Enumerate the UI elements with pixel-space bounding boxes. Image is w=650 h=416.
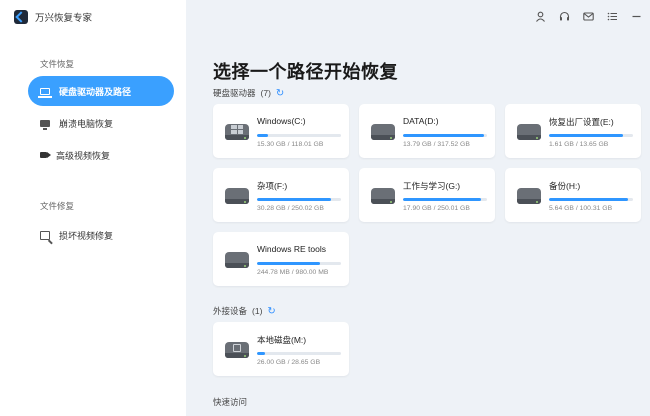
hard-drive-icon [38,87,52,98]
video-repair-icon [40,230,50,240]
external-devices-header: 外接设备 (1) ↻ [213,305,276,317]
drive-icon [225,186,249,204]
menu-icon[interactable] [607,11,618,22]
refresh-icon[interactable]: ↻ [276,88,284,99]
drive-name: 杂项(F:) [257,181,288,191]
minimize-icon[interactable] [631,11,642,22]
drive-icon [517,186,541,204]
drive-card-c[interactable]: Windows(C:) 15.30 GB / 118.01 GB [213,104,349,158]
usage-bar [257,262,341,265]
drive-icon [517,122,541,140]
drive-icon [371,186,395,204]
user-icon[interactable] [535,11,546,22]
sidebar-item-label: 损坏视频修复 [59,230,114,241]
mail-icon[interactable] [583,11,594,22]
drive-card-d[interactable]: DATA(D:) 13.79 GB / 317.52 GB [359,104,495,158]
usage-bar [403,198,487,201]
drive-card-winre[interactable]: Windows RE tools 244.78 MB / 980.00 MB [213,232,349,286]
monitor-icon [40,119,50,130]
drive-name: 恢复出厂设置(E:) [549,117,614,127]
usage-bar [549,134,633,137]
usage-bar [549,198,633,201]
window-toolbar [535,6,642,26]
usage-bar [257,352,341,355]
drive-name: Windows(C:) [257,116,306,126]
drive-name: Windows RE tools [257,244,326,254]
drive-card-m[interactable]: 本地磁盘(M:) 26.00 GB / 28.65 GB [213,322,349,376]
drive-card-h[interactable]: 备份(H:) 5.64 GB / 100.31 GB [505,168,641,222]
quick-access-header: 快速访问 [213,396,247,408]
drive-name: 本地磁盘(M:) [257,335,307,345]
usage-bar [403,134,487,137]
section-label-file-repair: 文件修复 [40,201,75,211]
sidebar-item-hard-drive[interactable]: 硬盘驱动器及路径 [28,76,174,106]
drive-size: 1.61 GB / 13.65 GB [549,141,609,148]
video-camera-icon [40,152,51,158]
drive-size: 26.00 GB / 28.65 GB [257,359,321,366]
external-devices-count: (1) [252,306,263,316]
drive-icon [371,122,395,140]
sidebar-item-label: 高级视频恢复 [56,150,111,161]
sidebar-item-label: 硬盘驱动器及路径 [59,86,132,97]
drive-card-e[interactable]: 恢复出厂设置(E:) 1.61 GB / 13.65 GB [505,104,641,158]
usage-bar [257,198,341,201]
headset-icon[interactable] [559,11,570,22]
sidebar-item-video-repair[interactable]: 损坏视频修复 [28,220,174,250]
drive-name: 备份(H:) [549,181,581,191]
drive-size: 13.79 GB / 317.52 GB [403,141,470,148]
drive-name: DATA(D:) [403,116,439,126]
drive-size: 17.90 GB / 250.01 GB [403,205,470,212]
usb-drive-icon [225,340,249,358]
app-title: 万兴恢复专家 [35,13,93,24]
drive-size: 244.78 MB / 980.00 MB [257,269,329,276]
drive-size: 30.28 GB / 250.02 GB [257,205,324,212]
page-title: 选择一个路径开始恢复 [213,62,398,82]
drive-card-f[interactable]: 杂项(F:) 30.28 GB / 250.02 GB [213,168,349,222]
sidebar-item-crashed-pc[interactable]: 崩溃电脑恢复 [28,108,174,138]
windows-drive-icon [225,122,249,140]
external-devices-label: 外接设备 [213,306,248,316]
hard-drives-header: 硬盘驱动器 (7) ↻ [213,87,284,99]
drive-size: 15.30 GB / 118.01 GB [257,141,324,148]
hard-drives-label: 硬盘驱动器 [213,88,256,98]
sidebar-item-advanced-video[interactable]: 高级视频恢复 [28,140,174,170]
hard-drives-count: (7) [260,88,271,98]
drive-size: 5.64 GB / 100.31 GB [549,205,613,212]
drive-card-g[interactable]: 工作与学习(G:) 17.90 GB / 250.01 GB [359,168,495,222]
section-label-file-recovery: 文件恢复 [40,59,75,69]
app-logo-icon [14,10,28,24]
drive-name: 工作与学习(G:) [403,181,461,191]
refresh-icon[interactable]: ↻ [267,306,275,317]
sidebar-item-label: 崩溃电脑恢复 [59,118,114,129]
app-header: 万兴恢复专家 [14,9,92,25]
quick-access-label: 快速访问 [213,397,248,407]
usage-bar [257,134,341,137]
drive-icon [225,250,249,268]
sidebar: 万兴恢复专家 文件恢复 硬盘驱动器及路径 崩溃电脑恢复 高级视频恢复 文件修复 … [0,0,186,416]
